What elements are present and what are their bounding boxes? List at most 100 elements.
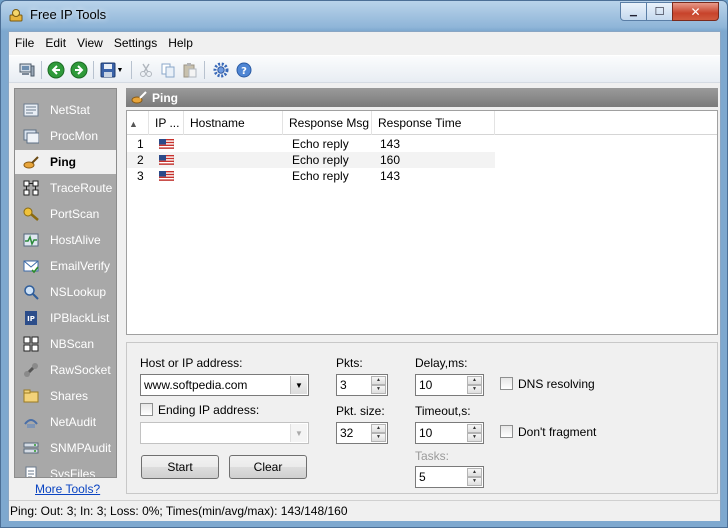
sidebar-item-label: ProcMon xyxy=(50,129,99,143)
response-msg-cell: Echo reply xyxy=(292,137,349,151)
menu-file[interactable]: File xyxy=(9,32,39,54)
svg-text:IP: IP xyxy=(27,315,35,323)
sidebar-item-emailverify[interactable]: EmailVerify xyxy=(15,254,116,278)
column-header-response-time[interactable]: Response Time xyxy=(372,111,495,135)
stepper-up-icon[interactable]: ▲ xyxy=(467,376,482,385)
sidebar-item-snmpaudit[interactable]: SNMPAudit xyxy=(15,436,116,460)
sidebar-item-label: SysFiles xyxy=(50,467,96,478)
column-header-response-msg[interactable]: Response Msg xyxy=(283,111,372,135)
minimize-button[interactable]: ▁ xyxy=(620,2,647,21)
sidebar-item-rawsocket[interactable]: RawSocket xyxy=(15,358,116,382)
chevron-down-icon[interactable]: ▼ xyxy=(290,376,307,394)
stepper-down-icon[interactable]: ▼ xyxy=(371,433,386,442)
results-table[interactable]: ▲ IP ... Hostname Response Msg Response … xyxy=(126,110,718,335)
sidebar-item-hostalive[interactable]: HostAlive xyxy=(15,228,116,252)
tasks-value: 5 xyxy=(419,470,426,484)
chevron-down-icon[interactable]: ▼ xyxy=(290,424,307,442)
response-msg-cell: Echo reply xyxy=(292,169,349,183)
column-header-number[interactable]: ▲ xyxy=(127,111,149,135)
settings-icon[interactable] xyxy=(211,60,231,80)
sidebar-item-label: EmailVerify xyxy=(50,259,111,273)
table-row[interactable]: 1 Echo reply 143 xyxy=(127,136,495,152)
nslookup-icon xyxy=(24,285,39,300)
clear-button[interactable]: Clear xyxy=(229,455,307,479)
start-button[interactable]: Start xyxy=(141,455,219,479)
sidebar-item-label: NBScan xyxy=(50,337,95,351)
help-icon[interactable]: ? xyxy=(234,60,254,80)
menu-settings[interactable]: Settings xyxy=(108,32,162,54)
back-arrow-icon[interactable] xyxy=(46,60,66,80)
column-header-hostname[interactable]: Hostname xyxy=(184,111,283,135)
dont-fragment-checkbox[interactable] xyxy=(500,425,513,438)
toolbar: ▼ ? xyxy=(9,55,720,83)
sidebar-item-nslookup[interactable]: NSLookup xyxy=(15,280,116,304)
paste-icon[interactable] xyxy=(180,60,200,80)
traceroute-icon xyxy=(23,180,39,196)
delay-stepper[interactable]: 10 ▲ ▼ xyxy=(415,374,484,396)
pkt-size-label: Pkt. size: xyxy=(336,404,385,418)
save-dropdown-chevron-icon[interactable]: ▼ xyxy=(115,60,125,80)
pkt-size-stepper[interactable]: 32 ▲ ▼ xyxy=(336,422,388,444)
pkts-stepper[interactable]: 3 ▲ ▼ xyxy=(336,374,388,396)
sidebar-item-ping[interactable]: Ping xyxy=(15,150,116,174)
pkts-value: 3 xyxy=(340,378,347,392)
table-row[interactable]: 2 Echo reply 160 xyxy=(127,152,495,168)
toolbar-separator xyxy=(41,61,42,79)
column-header-ip[interactable]: IP ... xyxy=(149,111,184,135)
us-flag-icon xyxy=(159,171,174,181)
title-bar[interactable]: Free IP Tools ▁ ☐ ✕ xyxy=(1,1,727,29)
dns-resolving-checkbox[interactable] xyxy=(500,377,513,390)
sidebar-item-shares[interactable]: Shares xyxy=(15,384,116,408)
ending-ip-input[interactable]: ▼ xyxy=(140,422,309,444)
ping-icon xyxy=(131,91,147,104)
status-text: Ping: Out: 3; In: 3; Loss: 0%; Times(min… xyxy=(10,504,348,518)
sidebar-item-netstat[interactable]: NetStat xyxy=(15,98,116,122)
delay-value: 10 xyxy=(419,378,433,392)
menu-help[interactable]: Help xyxy=(162,32,198,54)
pkts-label: Pkts: xyxy=(336,356,363,370)
sidebar-item-portscan[interactable]: PortScan xyxy=(15,202,116,226)
sysfiles-icon xyxy=(25,466,37,477)
svg-text:?: ? xyxy=(241,66,247,77)
copy-icon[interactable] xyxy=(158,60,178,80)
sort-ascending-icon: ▲ xyxy=(129,119,138,129)
sidebar-item-sysfiles[interactable]: SysFiles xyxy=(15,462,116,478)
cut-icon[interactable] xyxy=(136,60,156,80)
stepper-down-icon[interactable]: ▼ xyxy=(467,385,482,394)
pkt-size-value: 32 xyxy=(340,426,354,440)
stepper-down-icon[interactable]: ▼ xyxy=(467,477,482,486)
menu-edit[interactable]: Edit xyxy=(39,32,71,54)
tasks-stepper[interactable]: 5 ▲ ▼ xyxy=(415,466,484,488)
us-flag-icon xyxy=(159,155,174,165)
stepper-up-icon[interactable]: ▲ xyxy=(371,424,386,433)
us-flag-icon xyxy=(159,139,174,149)
sidebar-item-label: NSLookup xyxy=(50,285,107,299)
menu-view[interactable]: View xyxy=(71,32,108,54)
panel-title: Ping xyxy=(152,91,178,105)
row-number: 1 xyxy=(137,137,144,151)
sidebar-item-label: HostAlive xyxy=(50,233,101,247)
status-bar: Ping: Out: 3; In: 3; Loss: 0%; Times(min… xyxy=(9,500,720,521)
stepper-up-icon[interactable]: ▲ xyxy=(467,424,482,433)
sidebar-item-procmon[interactable]: ProcMon xyxy=(15,124,116,148)
stepper-down-icon[interactable]: ▼ xyxy=(371,385,386,394)
minimize-icon: ▁ xyxy=(630,6,637,16)
forward-arrow-icon[interactable] xyxy=(69,60,89,80)
nbscan-icon xyxy=(23,336,39,352)
host-input[interactable]: www.softpedia.com ▼ xyxy=(140,374,309,396)
ending-ip-checkbox[interactable] xyxy=(140,403,153,416)
stepper-down-icon[interactable]: ▼ xyxy=(467,433,482,442)
sidebar-item-traceroute[interactable]: TraceRoute xyxy=(15,176,116,200)
more-tools-link[interactable]: More Tools? xyxy=(35,482,100,496)
close-button[interactable]: ✕ xyxy=(672,2,719,21)
computer-icon[interactable] xyxy=(17,60,37,80)
netaudit-icon xyxy=(24,419,38,428)
sidebar-item-nbscan[interactable]: NBScan xyxy=(15,332,116,356)
table-row[interactable]: 3 Echo reply 143 xyxy=(127,168,495,184)
timeout-stepper[interactable]: 10 ▲ ▼ xyxy=(415,422,484,444)
stepper-up-icon[interactable]: ▲ xyxy=(371,376,386,385)
maximize-button[interactable]: ☐ xyxy=(646,2,673,21)
stepper-up-icon[interactable]: ▲ xyxy=(467,468,482,477)
sidebar-item-netaudit[interactable]: NetAudit xyxy=(15,410,116,434)
sidebar-item-ipblacklist[interactable]: IP IPBlackList xyxy=(15,306,116,330)
